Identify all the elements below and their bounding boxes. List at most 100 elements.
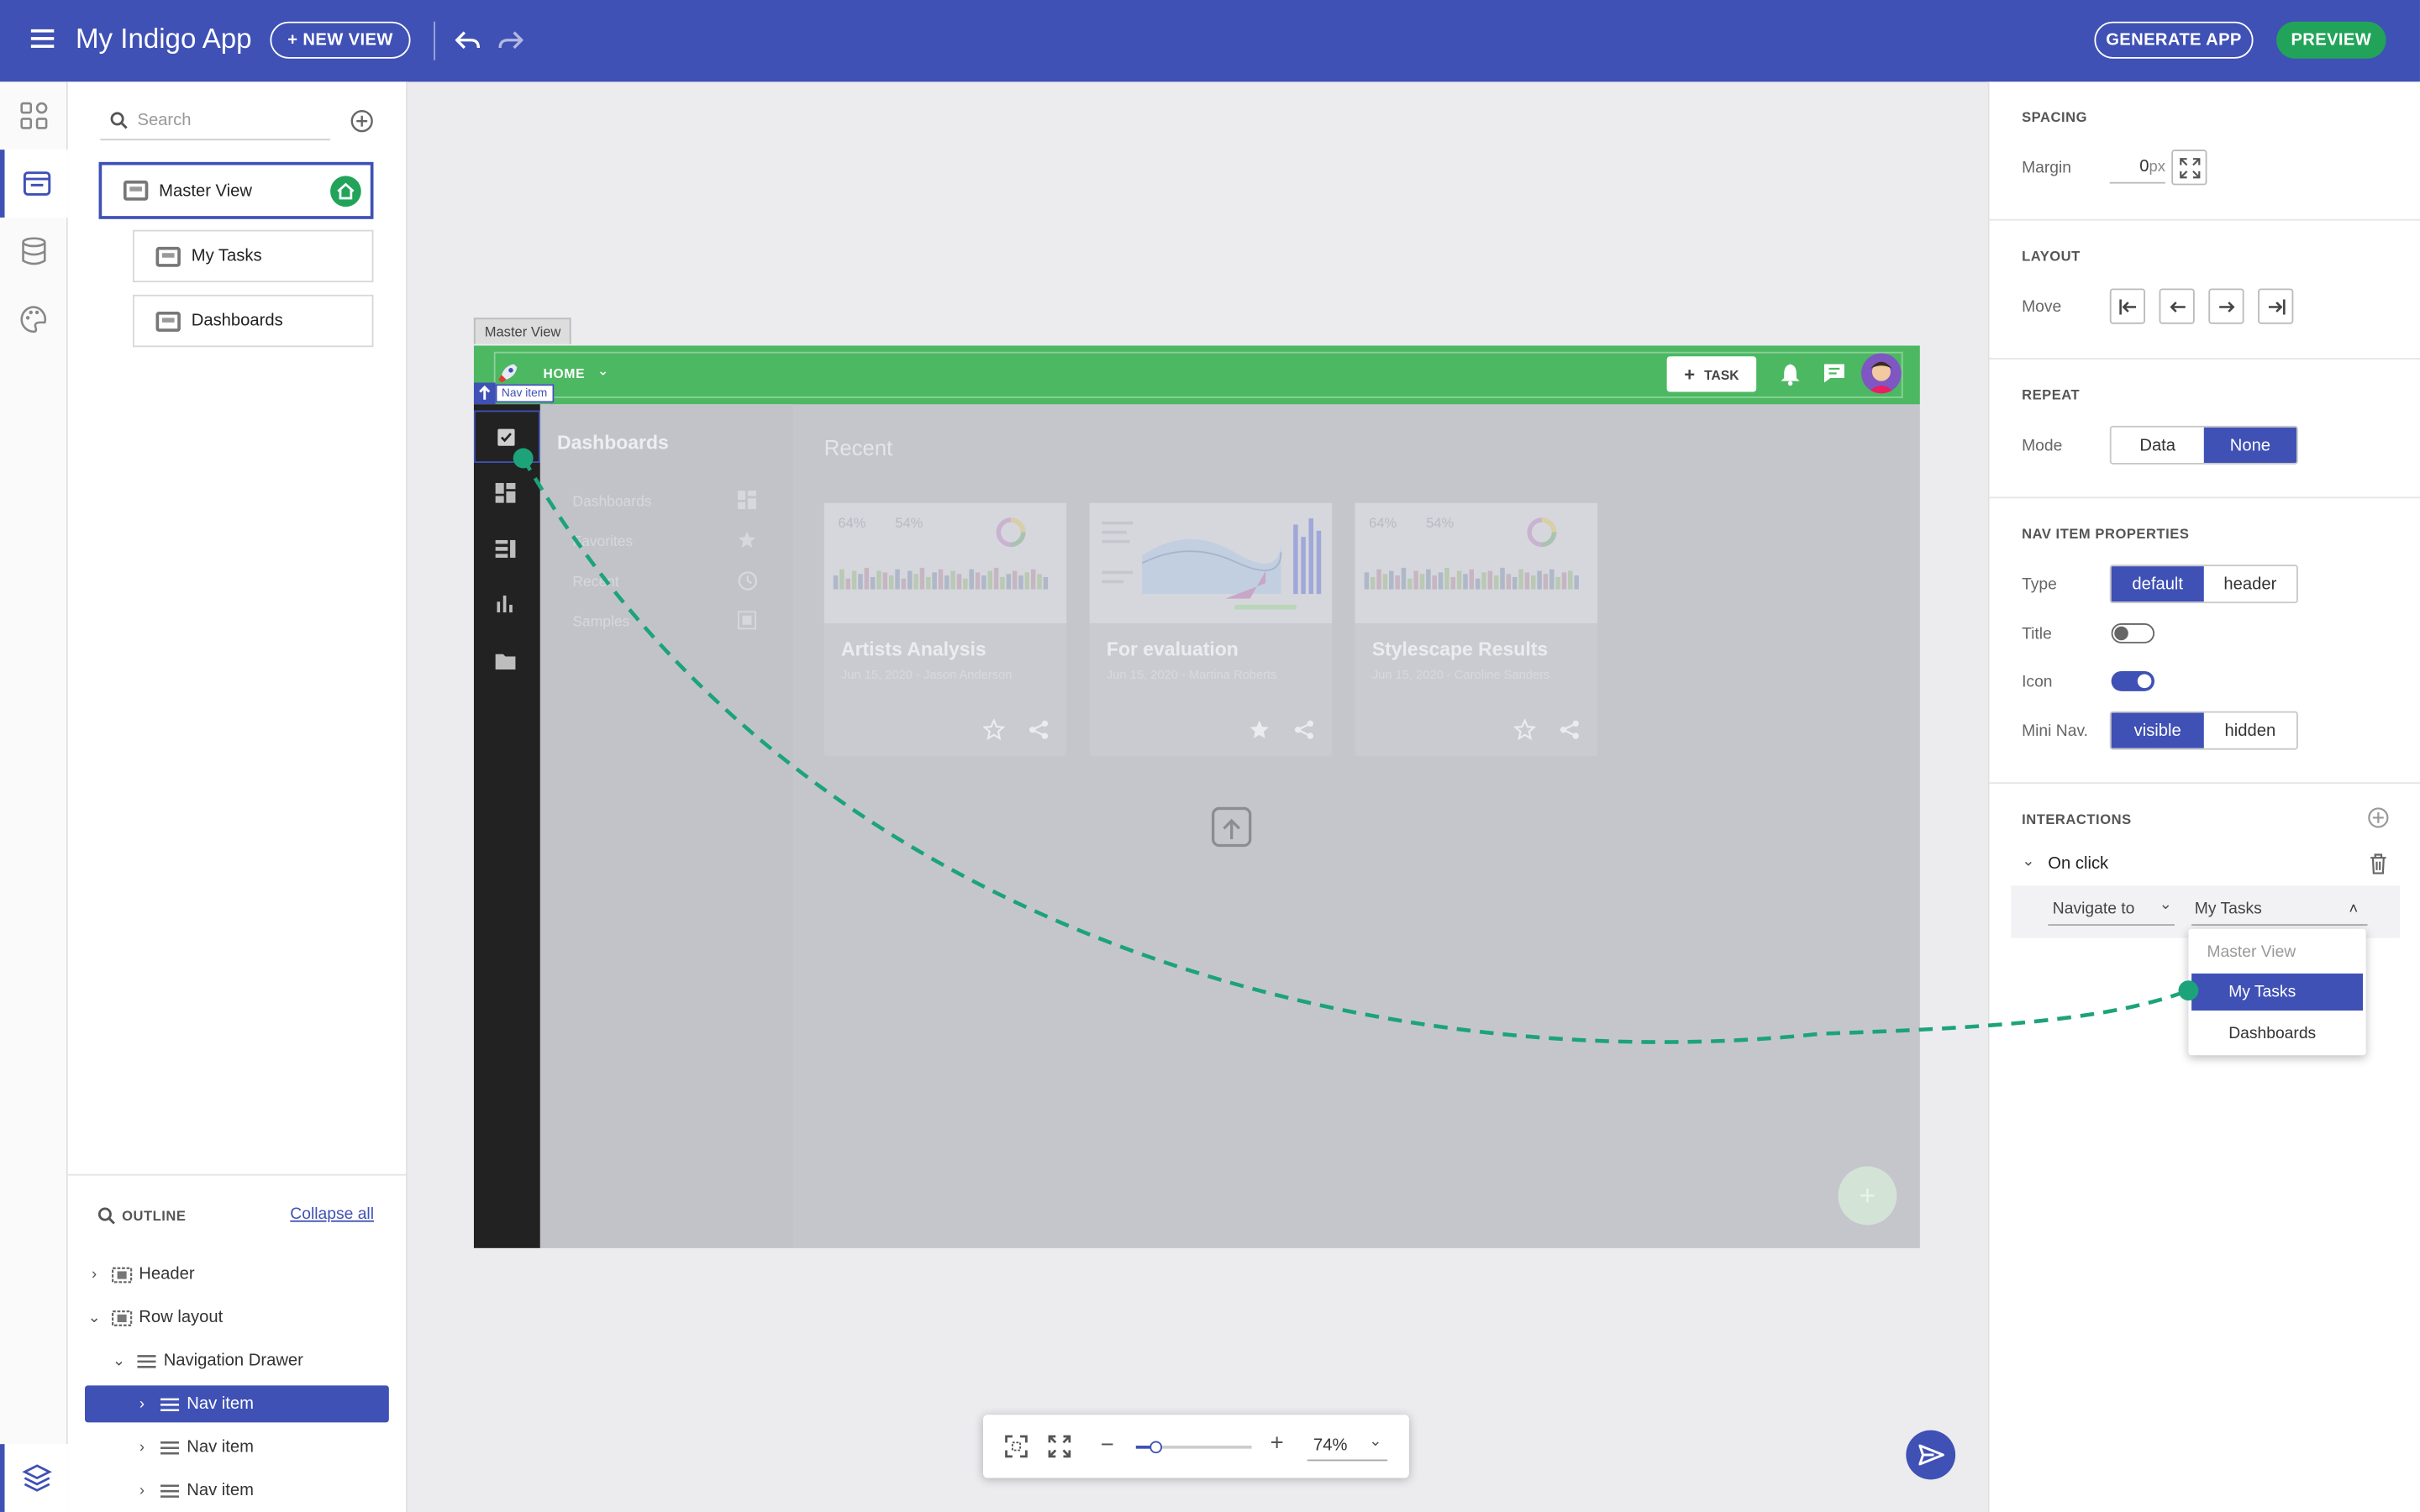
dropdown-option[interactable]: Dashboards [2188,1014,2365,1051]
fullscreen-icon[interactable] [1048,1435,1071,1458]
share-icon[interactable] [1028,719,1050,741]
upload-icon[interactable] [1210,806,1253,848]
preview-button[interactable]: PREVIEW [2276,21,2386,59]
type-header[interactable]: header [2204,566,2296,601]
chevron-down-icon: ⌄ [2159,896,2172,914]
dashboard-card[interactable]: 64% 54% Artists Analysis Jun 15, 2020 - … [823,502,1067,756]
palette-icon[interactable] [0,286,68,354]
dropdown-option[interactable]: Master View [2188,932,2365,969]
mini-nav-visible[interactable]: visible [2111,712,2204,748]
fab-add-button[interactable]: + [1838,1166,1897,1226]
chevron-right-icon[interactable]: › [131,1439,153,1456]
folder-icon[interactable] [495,653,516,670]
chevron-right-icon[interactable]: › [131,1395,153,1412]
select-parent-icon[interactable] [473,382,496,405]
add-view-icon[interactable] [350,109,374,133]
design-canvas[interactable]: HOME ⌄ +TASK Nav item + + Dashbo [473,345,1920,1248]
repeat-mode-toggle[interactable]: Data None [2109,425,2298,465]
repeat-mode-data[interactable]: Data [2112,428,2204,463]
components-icon[interactable] [0,81,68,150]
mini-nav-hidden[interactable]: hidden [2204,713,2296,748]
zoom-slider-handle[interactable] [1149,1441,1162,1454]
zoom-select[interactable]: 74% ⌄ [1307,1433,1388,1462]
dashboard-card[interactable]: 64% 54% Stylescape Results Jun 15, 2020 … [1355,502,1597,756]
target-select[interactable]: My Tasks ˄ [2191,893,2368,927]
undo-icon[interactable] [455,28,481,52]
move-first-button[interactable] [2109,288,2146,324]
zoom-out-icon[interactable]: − [1101,1431,1114,1457]
outline-item-nav-item-selected[interactable]: › Nav item [85,1385,389,1423]
chevron-down-icon[interactable]: ⌄ [83,1309,105,1326]
repeat-mode-none[interactable]: None [2203,427,2297,464]
zoom-slider-track[interactable] [1135,1441,1252,1454]
action-value: Navigate to [2052,899,2135,918]
list-view-icon[interactable] [495,539,516,559]
action-select[interactable]: Navigate to ⌄ [2048,893,2175,927]
view-master[interactable]: Master View [98,161,374,219]
collapse-all-link[interactable]: Collapse all [290,1205,374,1223]
drawer-item[interactable]: Samples [572,614,629,631]
share-icon[interactable] [1293,719,1315,741]
share-icon[interactable] [1559,719,1581,741]
clipboard-check-icon[interactable] [496,426,518,448]
drawer-item[interactable]: Dashboards [572,494,651,511]
task-button[interactable]: + TASK [1666,356,1757,392]
bar-chart-icon[interactable] [497,595,513,613]
outline-item-header[interactable]: › Header [83,1256,389,1293]
dashboard-card[interactable]: For evaluation Jun 15, 2020 - Martina Ro… [1089,502,1333,756]
move-left-button[interactable] [2159,288,2195,324]
outline-item-row-layout[interactable]: ⌄ Row layout [83,1299,389,1336]
new-view-button[interactable]: + NEW VIEW [270,21,411,59]
drawer-item[interactable]: Favorites [572,533,633,550]
app-header[interactable]: HOME ⌄ + TASK [473,345,1920,405]
outline-search-icon[interactable] [97,1206,116,1225]
search-box[interactable]: Search [100,102,331,141]
type-toggle[interactable]: default header [2109,564,2298,604]
margin-input[interactable]: 0px [2109,150,2165,184]
outline-item-navigation-drawer[interactable]: ⌄ Navigation Drawer [108,1342,414,1379]
move-right-button[interactable] [2208,288,2244,324]
view-icon [123,180,149,201]
add-interaction-icon[interactable] [2367,807,2389,829]
dropdown-option-selected[interactable]: My Tasks [2191,973,2363,1011]
outline-item-nav-item[interactable]: › Nav item [131,1472,437,1509]
type-default[interactable]: default [2111,566,2204,602]
home-nav-label[interactable]: HOME [544,365,586,381]
chevron-down-icon[interactable]: ⌄ [108,1352,130,1369]
title-toggle[interactable] [2111,623,2155,643]
nav-drawer-panel: Dashboards Dashboards Favorites Recent S… [539,404,794,1248]
view-dashboards[interactable]: Dashboards [132,294,374,348]
move-last-button[interactable] [2258,288,2294,324]
chevron-down-icon[interactable]: ⌄ [597,363,609,380]
send-feedback-button[interactable] [1906,1430,1956,1480]
unlink-margin-button[interactable] [2171,150,2207,186]
views-icon[interactable] [0,150,68,218]
zoom-in-icon[interactable]: + [1270,1431,1284,1457]
outline-item-nav-item[interactable]: › Nav item [131,1429,437,1466]
dashboard-icon[interactable] [495,482,516,503]
layers-icon[interactable] [0,1444,68,1512]
generate-app-button[interactable]: GENERATE APP [2094,21,2254,59]
star-outline-icon[interactable] [1513,718,1536,741]
notification-icon[interactable] [1780,363,1802,386]
avatar[interactable] [1861,353,1902,394]
chevron-right-icon[interactable]: › [83,1266,105,1283]
drawer-title: Dashboards [557,432,669,454]
redo-icon[interactable] [498,28,523,52]
star-outline-icon[interactable] [982,718,1005,741]
views-panel: Search Master View My Tasks Dashboards O… [67,81,408,1512]
view-my-tasks[interactable]: My Tasks [132,229,374,283]
menu-icon[interactable] [30,28,55,50]
chevron-right-icon[interactable]: › [131,1482,153,1499]
star-filled-icon[interactable] [1249,719,1270,741]
drawer-item[interactable]: Recent [572,574,618,591]
trash-icon[interactable] [2369,853,2387,875]
icon-toggle[interactable] [2111,670,2155,691]
chevron-down-icon[interactable]: ⌄ [2022,853,2034,870]
database-icon[interactable] [0,218,68,286]
view-tab[interactable]: Master View [473,318,572,344]
mini-nav-toggle[interactable]: visible hidden [2109,711,2298,750]
chat-icon[interactable] [1823,363,1846,385]
fit-screen-icon[interactable] [1005,1435,1028,1458]
home-icon[interactable] [330,176,361,207]
